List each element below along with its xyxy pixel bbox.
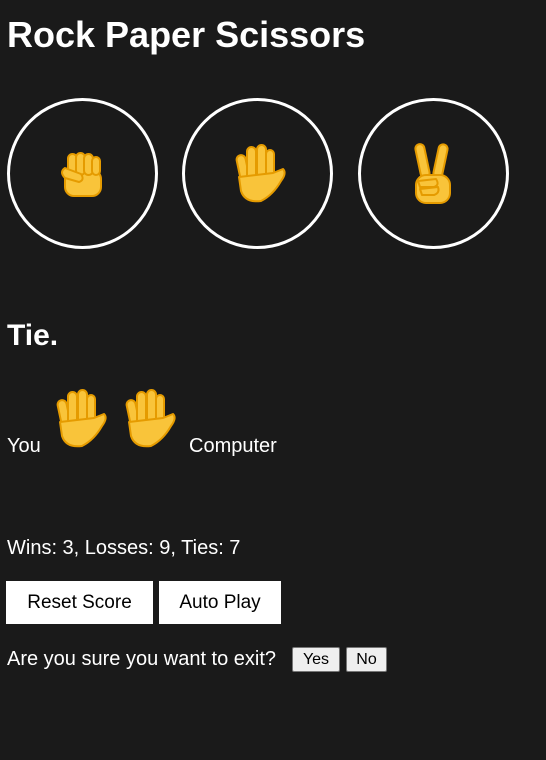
game-page: Rock Paper Scissors Tie. You Computer Wi… — [0, 0, 546, 760]
auto-play-button[interactable]: Auto Play — [159, 581, 281, 624]
rock-button[interactable] — [7, 98, 158, 249]
result-text: Tie. — [7, 319, 59, 352]
victory-hand-icon — [413, 142, 451, 204]
reset-score-button[interactable]: Reset Score — [6, 581, 153, 624]
computer-move — [117, 386, 179, 457]
page-title: Rock Paper Scissors — [7, 14, 366, 55]
open-hand-icon — [125, 389, 176, 448]
open-hand-icon — [235, 143, 286, 202]
no-button[interactable]: No — [346, 647, 387, 672]
you-label: You — [7, 435, 41, 457]
scissors-button[interactable] — [358, 98, 509, 249]
score-text: Wins: 3, Losses: 9, Ties: 7 — [7, 537, 241, 559]
fist-icon — [60, 151, 102, 197]
open-hand-icon — [56, 389, 107, 448]
you-move — [48, 386, 110, 457]
computer-label: Computer — [189, 435, 277, 457]
exit-confirm-text: Are you sure you want to exit? — [7, 648, 277, 670]
paper-button[interactable] — [182, 98, 333, 249]
yes-button[interactable]: Yes — [292, 647, 340, 672]
